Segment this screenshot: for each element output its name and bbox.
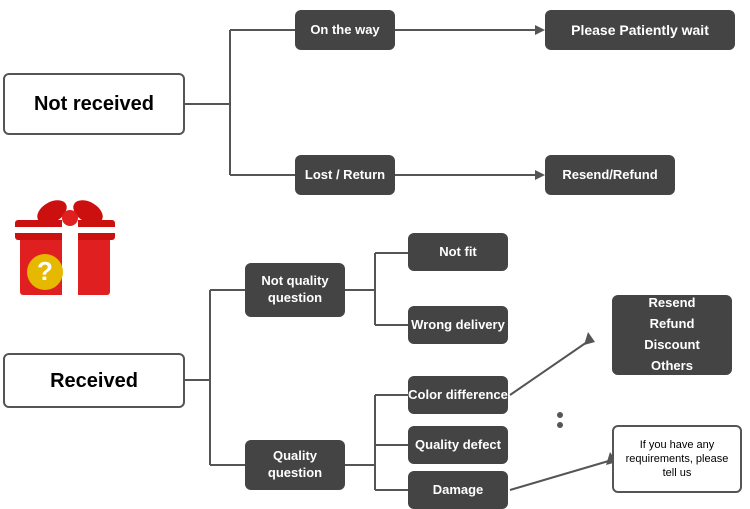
quality-defect-node: Quality defect — [408, 426, 508, 464]
quality-question-node: Quality question — [245, 440, 345, 490]
diagram: Not received On the way Please Patiently… — [0, 0, 750, 500]
on-the-way-node: On the way — [295, 10, 395, 50]
resend-refund-top-node: Resend/Refund — [545, 155, 675, 195]
color-diff-node: Color difference — [408, 376, 508, 414]
not-received-node: Not received — [3, 73, 185, 135]
gift-illustration: ? — [10, 190, 130, 300]
requirements-node: If you have any requirements, please tel… — [612, 425, 742, 493]
resend-options-node: Resend Refund Discount Others — [612, 295, 732, 375]
svg-text:?: ? — [37, 256, 53, 286]
damage-node: Damage — [408, 471, 508, 509]
wrong-delivery-node: Wrong delivery — [408, 306, 508, 344]
lost-return-node: Lost / Return — [295, 155, 395, 195]
please-wait-node: Please Patiently wait — [545, 10, 735, 50]
not-quality-node: Not quality question — [245, 263, 345, 317]
received-node: Received — [3, 353, 185, 408]
not-fit-node: Not fit — [408, 233, 508, 271]
